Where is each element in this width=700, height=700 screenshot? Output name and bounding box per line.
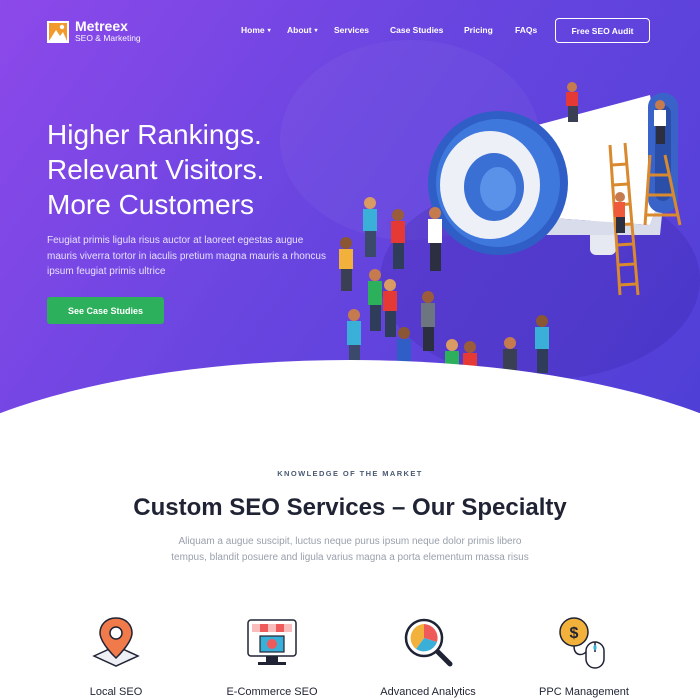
- svg-text:$: $: [570, 625, 579, 642]
- nav-item-about[interactable]: About ▾: [287, 25, 318, 35]
- section-description: Aliquam a augue suscipit, luctus neque p…: [171, 536, 529, 563]
- nav-item-label: Home: [241, 25, 265, 35]
- service-label: E-Commerce SEO: [226, 686, 318, 698]
- online-store-icon: [242, 612, 302, 672]
- nav-item-pricing[interactable]: Pricing: [464, 25, 493, 35]
- map-pin-icon: [86, 612, 146, 672]
- nav-item-label: Pricing: [464, 25, 493, 35]
- brand-name: Metreex: [75, 18, 128, 34]
- nav-item-label: Case Studies: [390, 25, 444, 35]
- coin-mouse-icon: $: [554, 612, 614, 672]
- hero-title: Higher Rankings. Relevant Visitors. More…: [47, 117, 367, 222]
- service-advanced-analytics[interactable]: Advanced Analytics: [363, 612, 493, 698]
- hero-description: Feugiat primis ligula risus auctor at la…: [47, 235, 326, 277]
- see-case-studies-button[interactable]: See Case Studies: [47, 297, 164, 324]
- service-label: Advanced Analytics: [380, 686, 476, 698]
- service-label: PPC Management: [539, 686, 629, 698]
- service-ppc-management[interactable]: $ PPC Management: [519, 612, 649, 698]
- nav-item-label: Services: [334, 25, 369, 35]
- brand-logo[interactable]: Metreex SEO & Marketing: [47, 19, 141, 44]
- nav-item-home[interactable]: Home ▾: [241, 25, 271, 35]
- chevron-down-icon: ▾: [314, 27, 318, 34]
- section-title: Custom SEO Services – Our Specialty: [133, 494, 567, 521]
- chevron-down-icon: ▾: [267, 27, 271, 34]
- brand-tagline: SEO & Marketing: [75, 33, 141, 43]
- nav-item-label: FAQs: [515, 25, 538, 35]
- hero-title-line: More Customers: [47, 189, 254, 220]
- logo-icon: [47, 20, 69, 43]
- hero-title-line: Higher Rankings.: [47, 119, 262, 150]
- section-eyebrow: KNOWLEDGE OF THE MARKET: [277, 469, 423, 478]
- nav-item-services[interactable]: Services: [334, 25, 369, 35]
- service-e-commerce-seo[interactable]: E-Commerce SEO: [207, 612, 337, 698]
- service-local-seo[interactable]: Local SEO: [51, 612, 181, 698]
- hero-section: Metreex SEO & Marketing Home ▾ About ▾ S…: [0, 0, 700, 420]
- service-label: Local SEO: [89, 686, 143, 698]
- free-seo-audit-button[interactable]: Free SEO Audit: [555, 18, 650, 43]
- magnifier-chart-icon: [398, 612, 458, 672]
- nav-item-faqs[interactable]: FAQs: [515, 25, 537, 35]
- hero-title-line: Relevant Visitors.: [47, 154, 265, 185]
- nav-item-case-studies[interactable]: Case Studies: [390, 25, 443, 35]
- nav-item-label: About: [287, 25, 312, 35]
- megaphone-crowd-illustration: [320, 75, 700, 405]
